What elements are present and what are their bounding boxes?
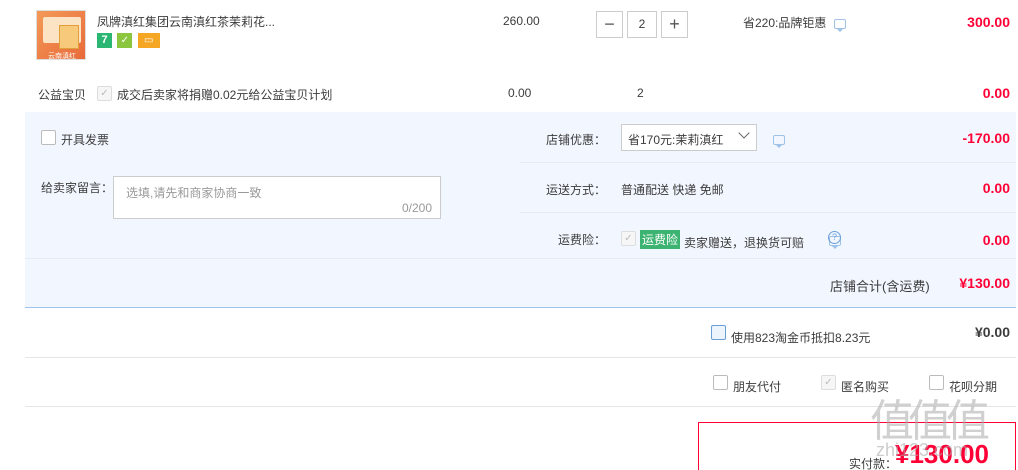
decrease-button[interactable]: − [596,11,623,38]
invoice-checkbox[interactable] [41,130,56,145]
charity-price: 0.00 [508,86,532,100]
shop-discount-value: 省170元:茉莉滇红 [628,133,724,147]
anonymous-checkbox[interactable]: ✓ [821,375,836,390]
product-thumbnail[interactable]: 云南滇红 [36,10,86,60]
help-icon[interactable]: ? [828,231,841,244]
product-title[interactable]: 凤牌滇红集团云南滇红茶茉莉花... [97,13,275,30]
message-textarea[interactable]: 选填,请先和商家协商一致 0/200 [113,176,441,219]
shop-discount-amount: -170.00 [962,130,1010,146]
product-badges: 7 ✓ ▭ [97,32,160,48]
thumb-text: 云南滇红 [48,53,76,60]
shop-discount-label: 店铺优惠： [546,133,607,147]
message-label: 给卖家留言： [41,181,114,195]
message-counter: 0/200 [401,201,432,215]
discount-text: 省220:品牌钜惠 [743,16,827,30]
shop-total-label: 店铺合计(含运费) [830,279,930,294]
shipping-amount: 0.00 [982,180,1010,196]
insurance-checkbox: ✓ [621,231,636,246]
shipping-label: 运送方式： [546,183,607,197]
insurance-desc: 卖家赠送，退换货可赔 [684,236,805,250]
product-discount: 省220:品牌钜惠 [743,14,846,32]
divider [25,258,1016,259]
divider [25,307,1016,308]
charity-subtotal: 0.00 [982,85,1010,101]
divider [520,212,1016,213]
divider [25,406,1016,407]
invoice-label: 开具发票 [61,133,110,147]
credit-card-icon: ▭ [137,33,160,48]
friend-pay-label: 朋友代付 [733,380,782,394]
quantity-stepper[interactable]: − 2 + [596,11,692,38]
charity-label: 公益宝贝 [38,88,87,102]
product-subtotal: 300.00 [967,14,1010,30]
charity-checkbox: ✓ [97,86,112,101]
coins-amount: ¥0.00 [974,324,1010,340]
tmall-7day-icon: 7 [97,33,112,48]
insurance-amount: 0.00 [982,232,1010,248]
product-price: 260.00 [503,14,540,28]
message-icon[interactable] [833,18,846,32]
shop-total-amount: ¥130.00 [959,275,1010,291]
divider [520,162,1016,163]
divider [25,357,1016,358]
message-placeholder: 选填,请先和商家协商一致 [126,186,262,200]
coins-checkbox[interactable] [711,325,726,340]
shipping-value: 普通配送 快递 免邮 [621,183,724,197]
charity-desc: 成交后卖家将捐赠0.02元给公益宝贝计划 [117,88,333,102]
quantity-input[interactable]: 2 [627,11,657,38]
shop-discount-select[interactable]: 省170元:茉莉滇红 [621,124,757,151]
chevron-down-icon [738,127,750,139]
charity-qty: 2 [637,86,644,100]
insurance-label: 运费险： [558,233,607,247]
coins-label: 使用823淘金币抵扣8.23元 [731,331,871,345]
message-icon[interactable] [773,134,785,148]
friend-pay-checkbox[interactable] [713,375,728,390]
insurance-tag: 运费险 [640,230,681,249]
guarantee-icon: ✓ [117,33,133,48]
watermark-site: zhi123.com [876,440,969,460]
increase-button[interactable]: + [661,11,688,38]
